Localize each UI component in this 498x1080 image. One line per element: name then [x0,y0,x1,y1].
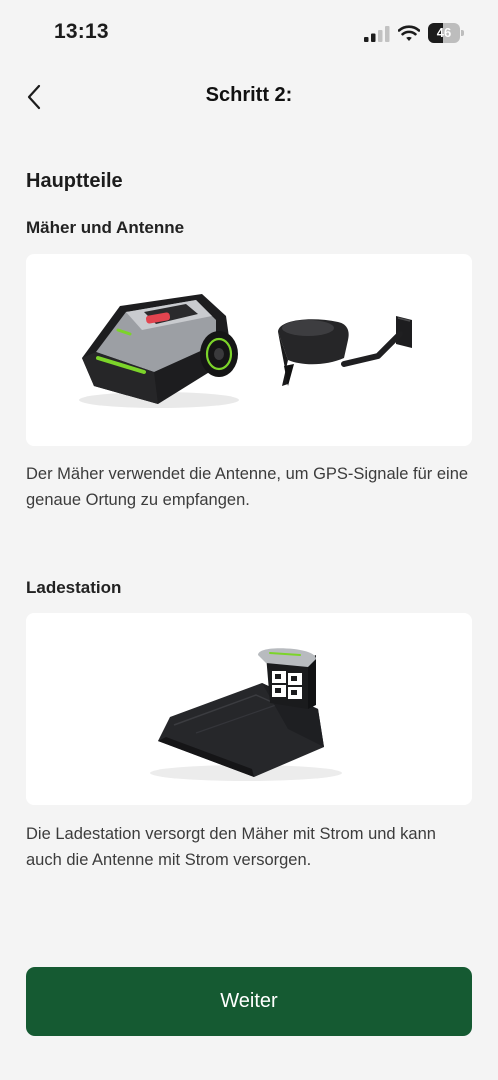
battery-cap [461,30,464,36]
charging-station-image-card [26,613,472,805]
battery-percentage: 46 [436,25,452,40]
page-title: Schritt 2: [205,84,293,106]
next-button[interactable]: Weiter [26,967,472,1036]
cellular-signal-icon [364,26,390,42]
mower-antenna-heading: Mäher und Antenne [26,218,185,237]
robot-mower-icon [79,294,239,408]
mower-antenna-image [79,294,412,408]
mower-antenna-description: Der Mäher verwendet die Antenne, um GPS-… [26,465,469,509]
signal-bar-4 [385,26,390,42]
gps-antenna-icon [278,316,412,386]
section-title: Hauptteile [26,170,123,192]
screen: 13:13 46 Schritt 2: Hauptteile Mäher und… [0,0,498,1080]
mower-antenna-image-card [26,254,472,446]
battery-body: 46 [428,23,460,43]
charging-station-image [150,648,342,781]
status-bar: 13:13 46 [0,0,498,66]
status-time: 13:13 [54,20,109,43]
charging-station-heading: Ladestation [26,578,122,597]
signal-bar-3 [378,30,383,42]
charging-station-icon [150,648,342,781]
signal-bar-1 [364,37,369,42]
charging-station-description: Die Ladestation versorgt den Mäher mit S… [26,825,436,869]
battery-icon: 46 [428,23,464,43]
wifi-icon [398,25,420,41]
signal-bar-2 [371,33,376,42]
